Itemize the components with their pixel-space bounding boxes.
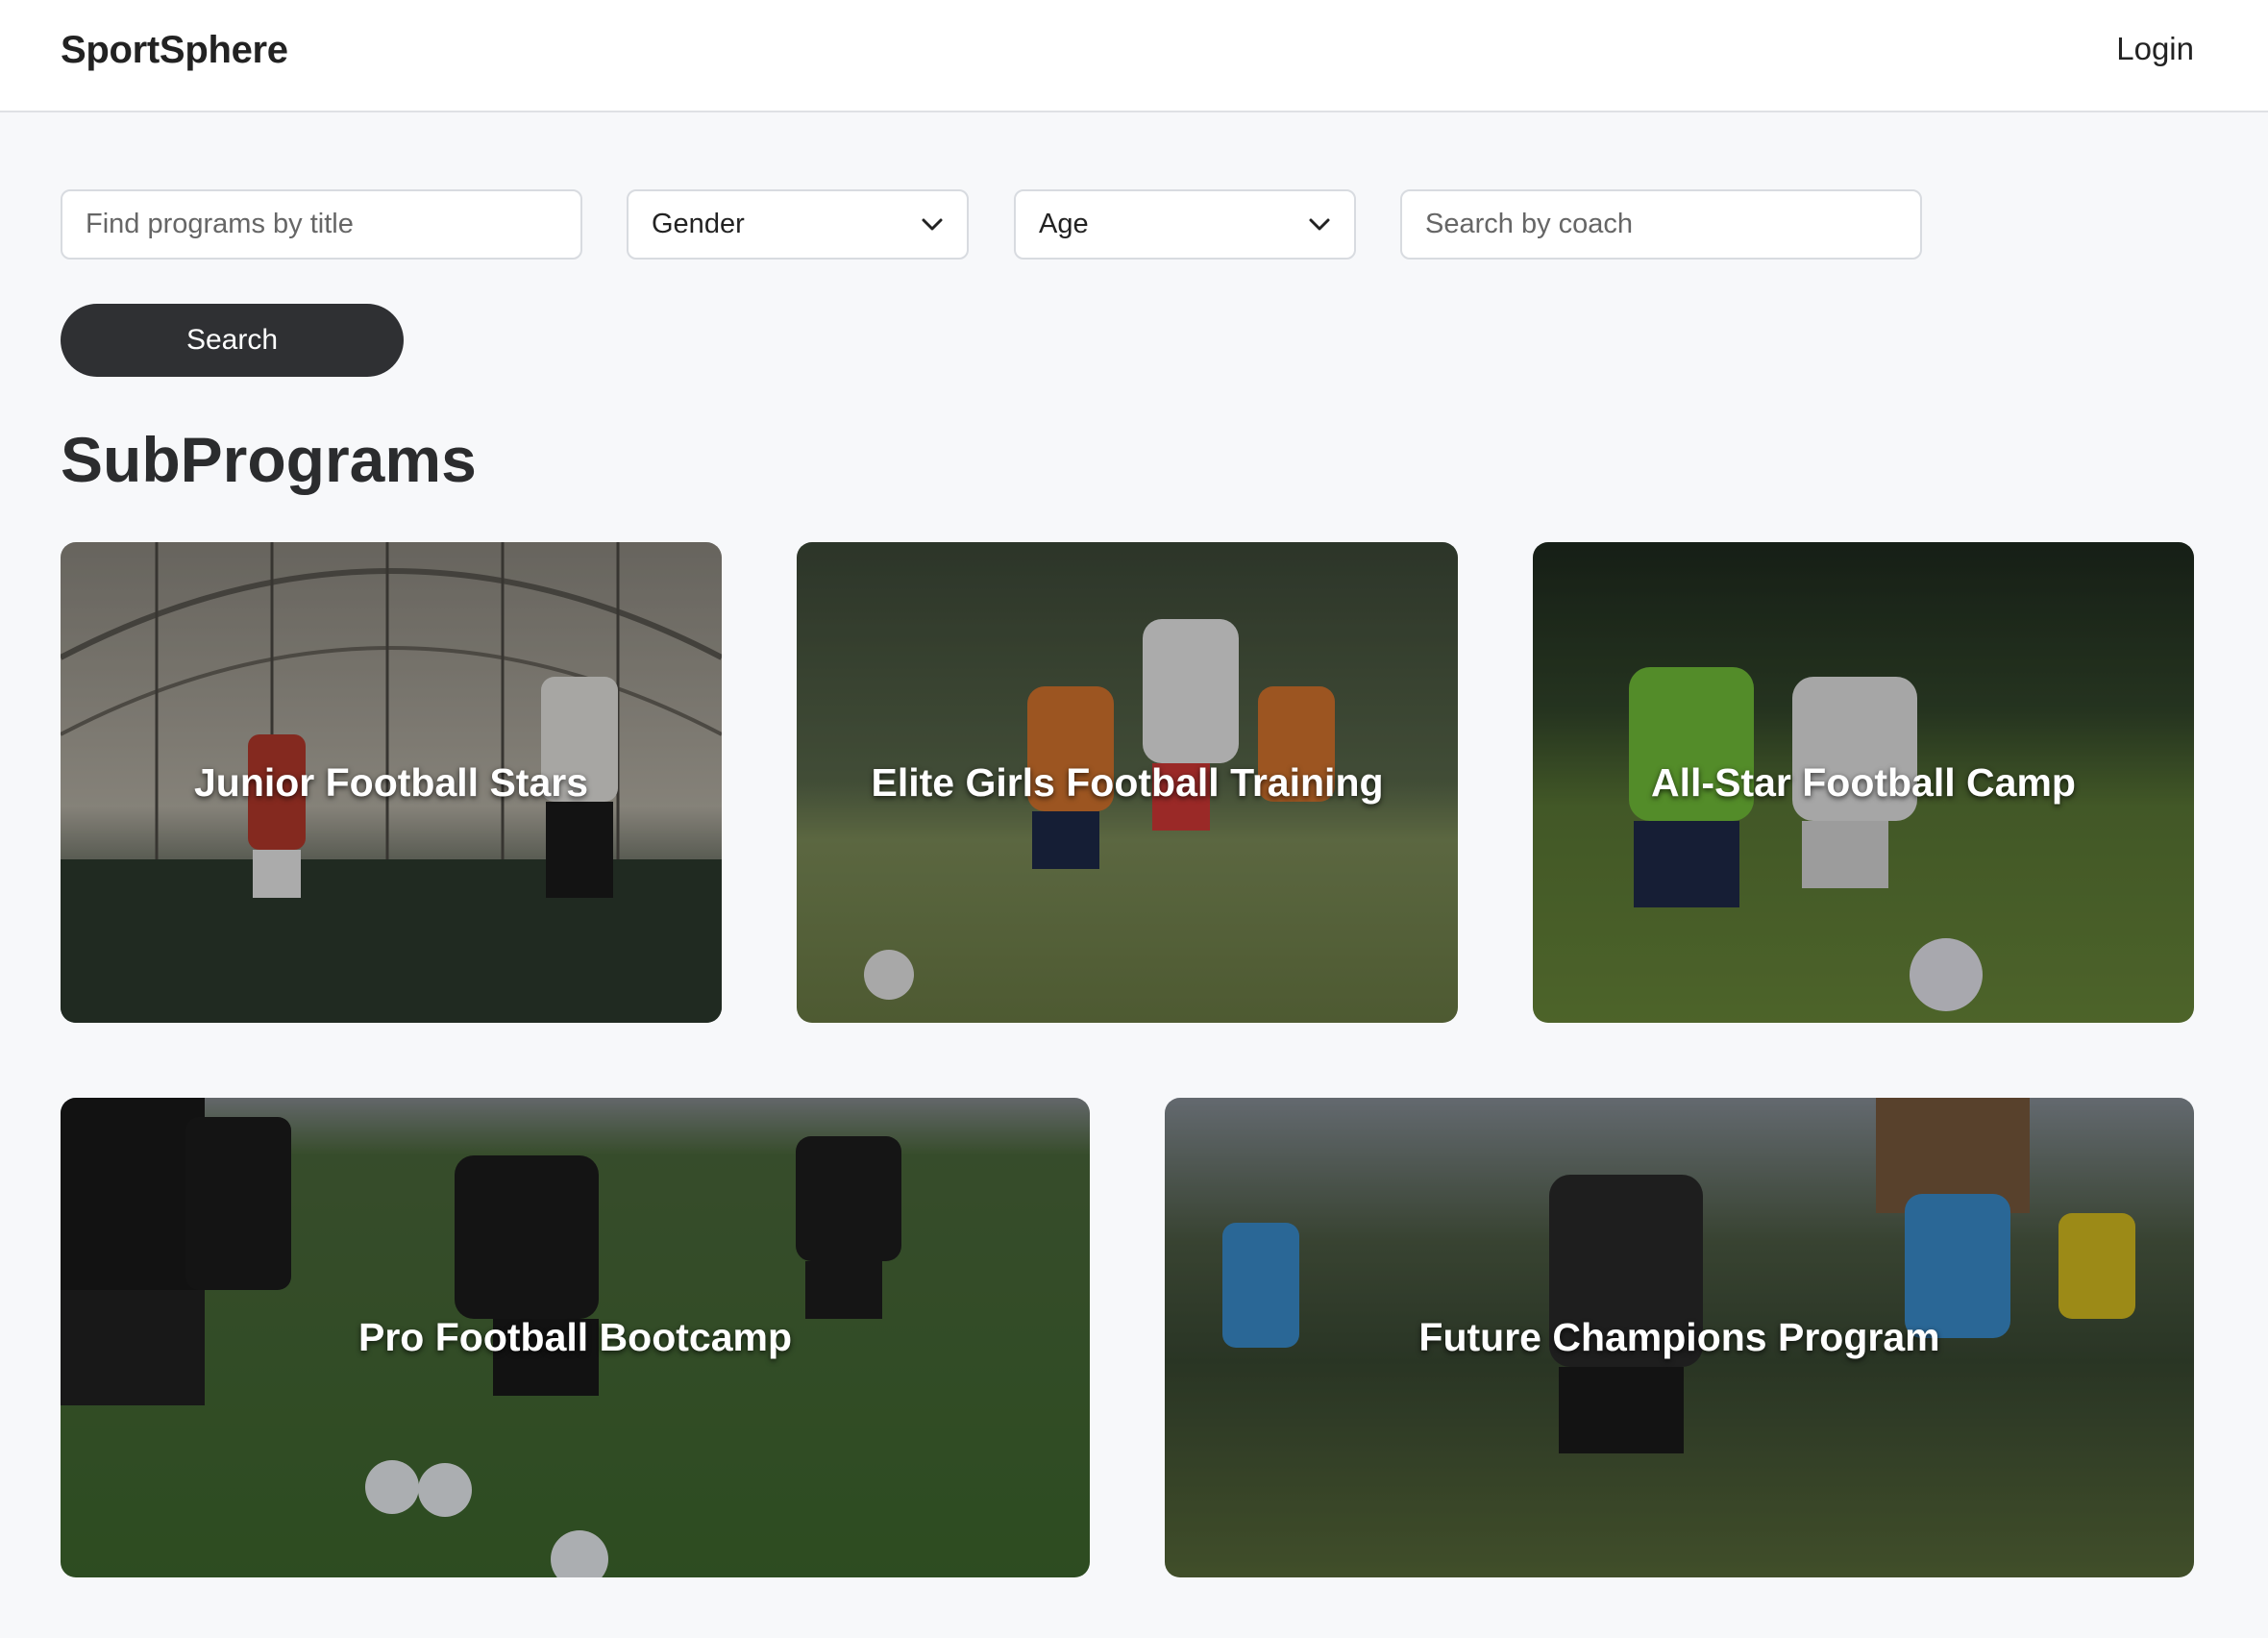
gender-select[interactable]: Gender — [627, 189, 969, 260]
coach-search-field[interactable] — [1400, 189, 1922, 260]
program-card-title: All-Star Football Camp — [1651, 759, 2076, 805]
brand-logo[interactable]: SportSphere — [61, 29, 288, 72]
program-card-title: Junior Football Stars — [193, 759, 589, 805]
gender-select-label: Gender — [652, 209, 745, 239]
chevron-down-icon — [922, 218, 943, 230]
search-button[interactable]: Search — [61, 304, 404, 377]
program-card[interactable]: Junior Football Stars — [61, 542, 722, 1023]
program-title-search-field[interactable] — [61, 189, 582, 260]
program-card-title: Elite Girls Football Training — [871, 759, 1384, 805]
top-navigation-bar: SportSphere Login — [0, 0, 2268, 112]
program-card[interactable]: Future Champions Program — [1165, 1098, 2194, 1577]
coach-search-input[interactable] — [1425, 209, 1897, 240]
program-card[interactable]: Elite Girls Football Training — [797, 542, 1458, 1023]
chevron-down-icon — [1309, 218, 1330, 230]
login-link[interactable]: Login — [2116, 31, 2194, 67]
section-title: SubPrograms — [61, 424, 477, 495]
program-card-title: Pro Football Bootcamp — [358, 1315, 792, 1359]
program-card-title: Future Champions Program — [1418, 1315, 1940, 1359]
program-card[interactable]: Pro Football Bootcamp — [61, 1098, 1090, 1577]
program-card[interactable]: All-Star Football Camp — [1533, 542, 2194, 1023]
age-select-label: Age — [1039, 209, 1089, 239]
age-select[interactable]: Age — [1014, 189, 1356, 260]
program-title-input[interactable] — [86, 209, 557, 240]
